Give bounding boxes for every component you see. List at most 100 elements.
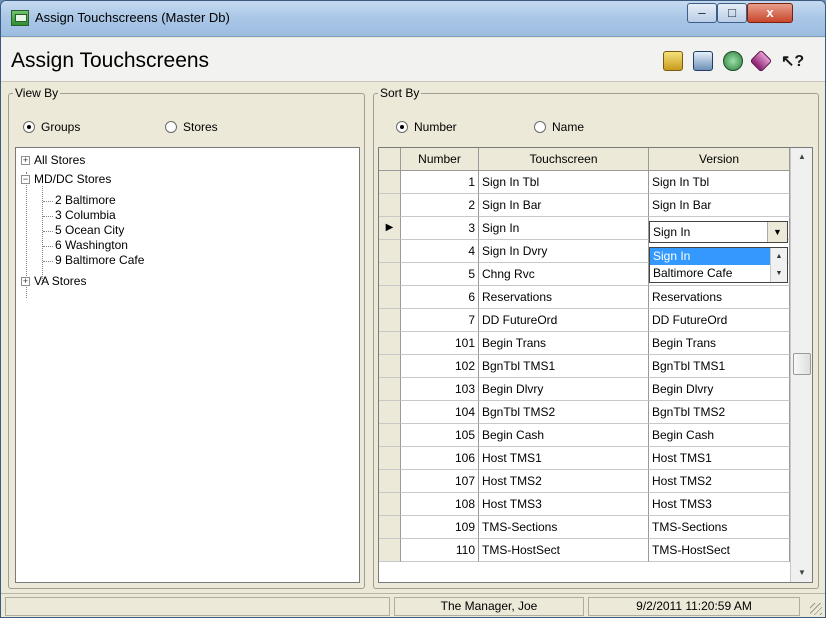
row-selector[interactable] [379, 355, 401, 378]
row-selector[interactable] [379, 447, 401, 470]
cell-touchscreen[interactable]: BgnTbl TMS1 [479, 355, 649, 378]
cell-number[interactable]: 105 [401, 424, 479, 447]
row-selector[interactable] [379, 378, 401, 401]
cell-version[interactable]: Host TMS2 [649, 470, 790, 493]
cell-version[interactable]: DD FutureOrd [649, 309, 790, 332]
tree-node-ocean-city[interactable]: 5 Ocean City [55, 223, 124, 238]
store-tree[interactable]: + All Stores − MD/DC Stores 2 Baltimore 3 … [15, 147, 360, 583]
cell-touchscreen[interactable]: Reservations [479, 286, 649, 309]
title-bar[interactable]: Assign Touchscreens (Master Db) – □ x [1, 1, 825, 37]
cell-touchscreen[interactable]: Host TMS2 [479, 470, 649, 493]
cell-number[interactable]: 4 [401, 240, 479, 263]
row-selector[interactable] [379, 470, 401, 493]
tree-node-md-dc-stores[interactable]: − MD/DC Stores [21, 172, 111, 187]
cell-number[interactable]: 107 [401, 470, 479, 493]
cell-number[interactable]: 110 [401, 539, 479, 562]
cell-number[interactable]: 7 [401, 309, 479, 332]
tree-node-all-stores[interactable]: + All Stores [21, 153, 85, 168]
cell-touchscreen[interactable]: DD FutureOrd [479, 309, 649, 332]
cell-touchscreen[interactable]: BgnTbl TMS2 [479, 401, 649, 424]
collapse-icon[interactable]: − [21, 175, 30, 184]
maximize-button[interactable]: □ [717, 3, 747, 23]
row-selector[interactable] [379, 286, 401, 309]
cell-version[interactable]: TMS-Sections [649, 516, 790, 539]
cell-number[interactable]: 5 [401, 263, 479, 286]
resize-grip-icon[interactable] [810, 603, 822, 615]
cell-touchscreen[interactable]: Begin Cash [479, 424, 649, 447]
cell-number[interactable]: 102 [401, 355, 479, 378]
cell-number[interactable]: 3 [401, 217, 479, 240]
tree-node-va-stores[interactable]: + VA Stores [21, 274, 86, 289]
minimize-button[interactable]: – [687, 3, 717, 23]
cell-touchscreen[interactable]: Host TMS1 [479, 447, 649, 470]
dropdown-option-baltimore-cafe[interactable]: Baltimore Cafe [650, 265, 770, 282]
cell-version[interactable]: Host TMS3 [649, 493, 790, 516]
cell-touchscreen[interactable]: Sign In Dvry [479, 240, 649, 263]
cell-number[interactable]: 106 [401, 447, 479, 470]
version-dropdown-list[interactable]: Sign In Baltimore Cafe ▲ ▼ [649, 247, 788, 283]
touchscreen-grid[interactable]: Number Touchscreen Version 1 Sign In Tbl S… [378, 147, 813, 583]
scroll-thumb[interactable] [793, 353, 811, 375]
tree-node-washington[interactable]: 6 Washington [55, 238, 128, 253]
cell-version[interactable]: TMS-HostSect [649, 539, 790, 562]
cell-touchscreen[interactable]: TMS-HostSect [479, 539, 649, 562]
row-selector[interactable] [379, 493, 401, 516]
radio-name[interactable]: Name [534, 120, 584, 134]
row-selector[interactable]: ▶ [379, 217, 401, 240]
chevron-down-icon[interactable]: ▼ [767, 222, 787, 242]
cell-version[interactable]: BgnTbl TMS1 [649, 355, 790, 378]
close-button[interactable]: x [747, 3, 793, 23]
cell-touchscreen[interactable]: Begin Trans [479, 332, 649, 355]
cell-touchscreen[interactable]: Host TMS3 [479, 493, 649, 516]
help-icon[interactable]: ↖? [781, 51, 805, 71]
row-selector[interactable] [379, 194, 401, 217]
tree-node-columbia[interactable]: 3 Columbia [55, 208, 116, 223]
row-selector[interactable] [379, 516, 401, 539]
cell-number[interactable]: 6 [401, 286, 479, 309]
row-selector[interactable] [379, 309, 401, 332]
list-icon[interactable] [693, 51, 713, 71]
tree-node-baltimore[interactable]: 2 Baltimore [55, 193, 116, 208]
refresh-icon[interactable] [723, 51, 743, 71]
scroll-down-icon[interactable]: ▼ [791, 564, 813, 582]
expand-icon[interactable]: + [21, 156, 30, 165]
cell-version[interactable]: Begin Dlvry [649, 378, 790, 401]
row-selector[interactable] [379, 539, 401, 562]
row-selector[interactable] [379, 171, 401, 194]
row-selector[interactable] [379, 424, 401, 447]
column-header-version[interactable]: Version [649, 148, 790, 171]
scroll-up-icon[interactable]: ▲ [771, 248, 787, 265]
tree-node-baltimore-cafe[interactable]: 9 Baltimore Cafe [55, 253, 144, 268]
scroll-up-icon[interactable]: ▲ [791, 148, 813, 166]
dropdown-option-sign-in[interactable]: Sign In [650, 248, 770, 265]
column-header-touchscreen[interactable]: Touchscreen [479, 148, 649, 171]
cell-version[interactable]: Begin Trans [649, 332, 790, 355]
cell-touchscreen[interactable]: Sign In Bar [479, 194, 649, 217]
cell-version[interactable]: Sign In Bar [649, 194, 790, 217]
dropdown-scrollbar[interactable]: ▲ ▼ [770, 248, 787, 282]
cell-version[interactable]: Reservations [649, 286, 790, 309]
radio-number[interactable]: Number [396, 120, 457, 134]
row-selector[interactable] [379, 401, 401, 424]
column-header-number[interactable]: Number [401, 148, 479, 171]
row-selector[interactable] [379, 332, 401, 355]
cell-number[interactable]: 1 [401, 171, 479, 194]
cell-number[interactable]: 104 [401, 401, 479, 424]
cell-version[interactable]: Sign In Tbl [649, 171, 790, 194]
scroll-down-icon[interactable]: ▼ [771, 265, 787, 282]
row-selector[interactable] [379, 263, 401, 286]
cell-version[interactable]: Begin Cash [649, 424, 790, 447]
cell-number[interactable]: 109 [401, 516, 479, 539]
row-selector[interactable] [379, 240, 401, 263]
cell-touchscreen[interactable]: Begin Dlvry [479, 378, 649, 401]
radio-groups[interactable]: Groups [23, 120, 80, 134]
cell-touchscreen[interactable]: TMS-Sections [479, 516, 649, 539]
cell-number[interactable]: 103 [401, 378, 479, 401]
eraser-icon[interactable] [749, 49, 773, 73]
cell-number[interactable]: 101 [401, 332, 479, 355]
expand-icon[interactable]: + [21, 277, 30, 286]
grid-vertical-scrollbar[interactable]: ▲ ▼ [790, 148, 812, 582]
radio-stores[interactable]: Stores [165, 120, 218, 134]
version-combo[interactable]: Sign In ▼ [649, 221, 788, 243]
cell-touchscreen[interactable]: Chng Rvc [479, 263, 649, 286]
